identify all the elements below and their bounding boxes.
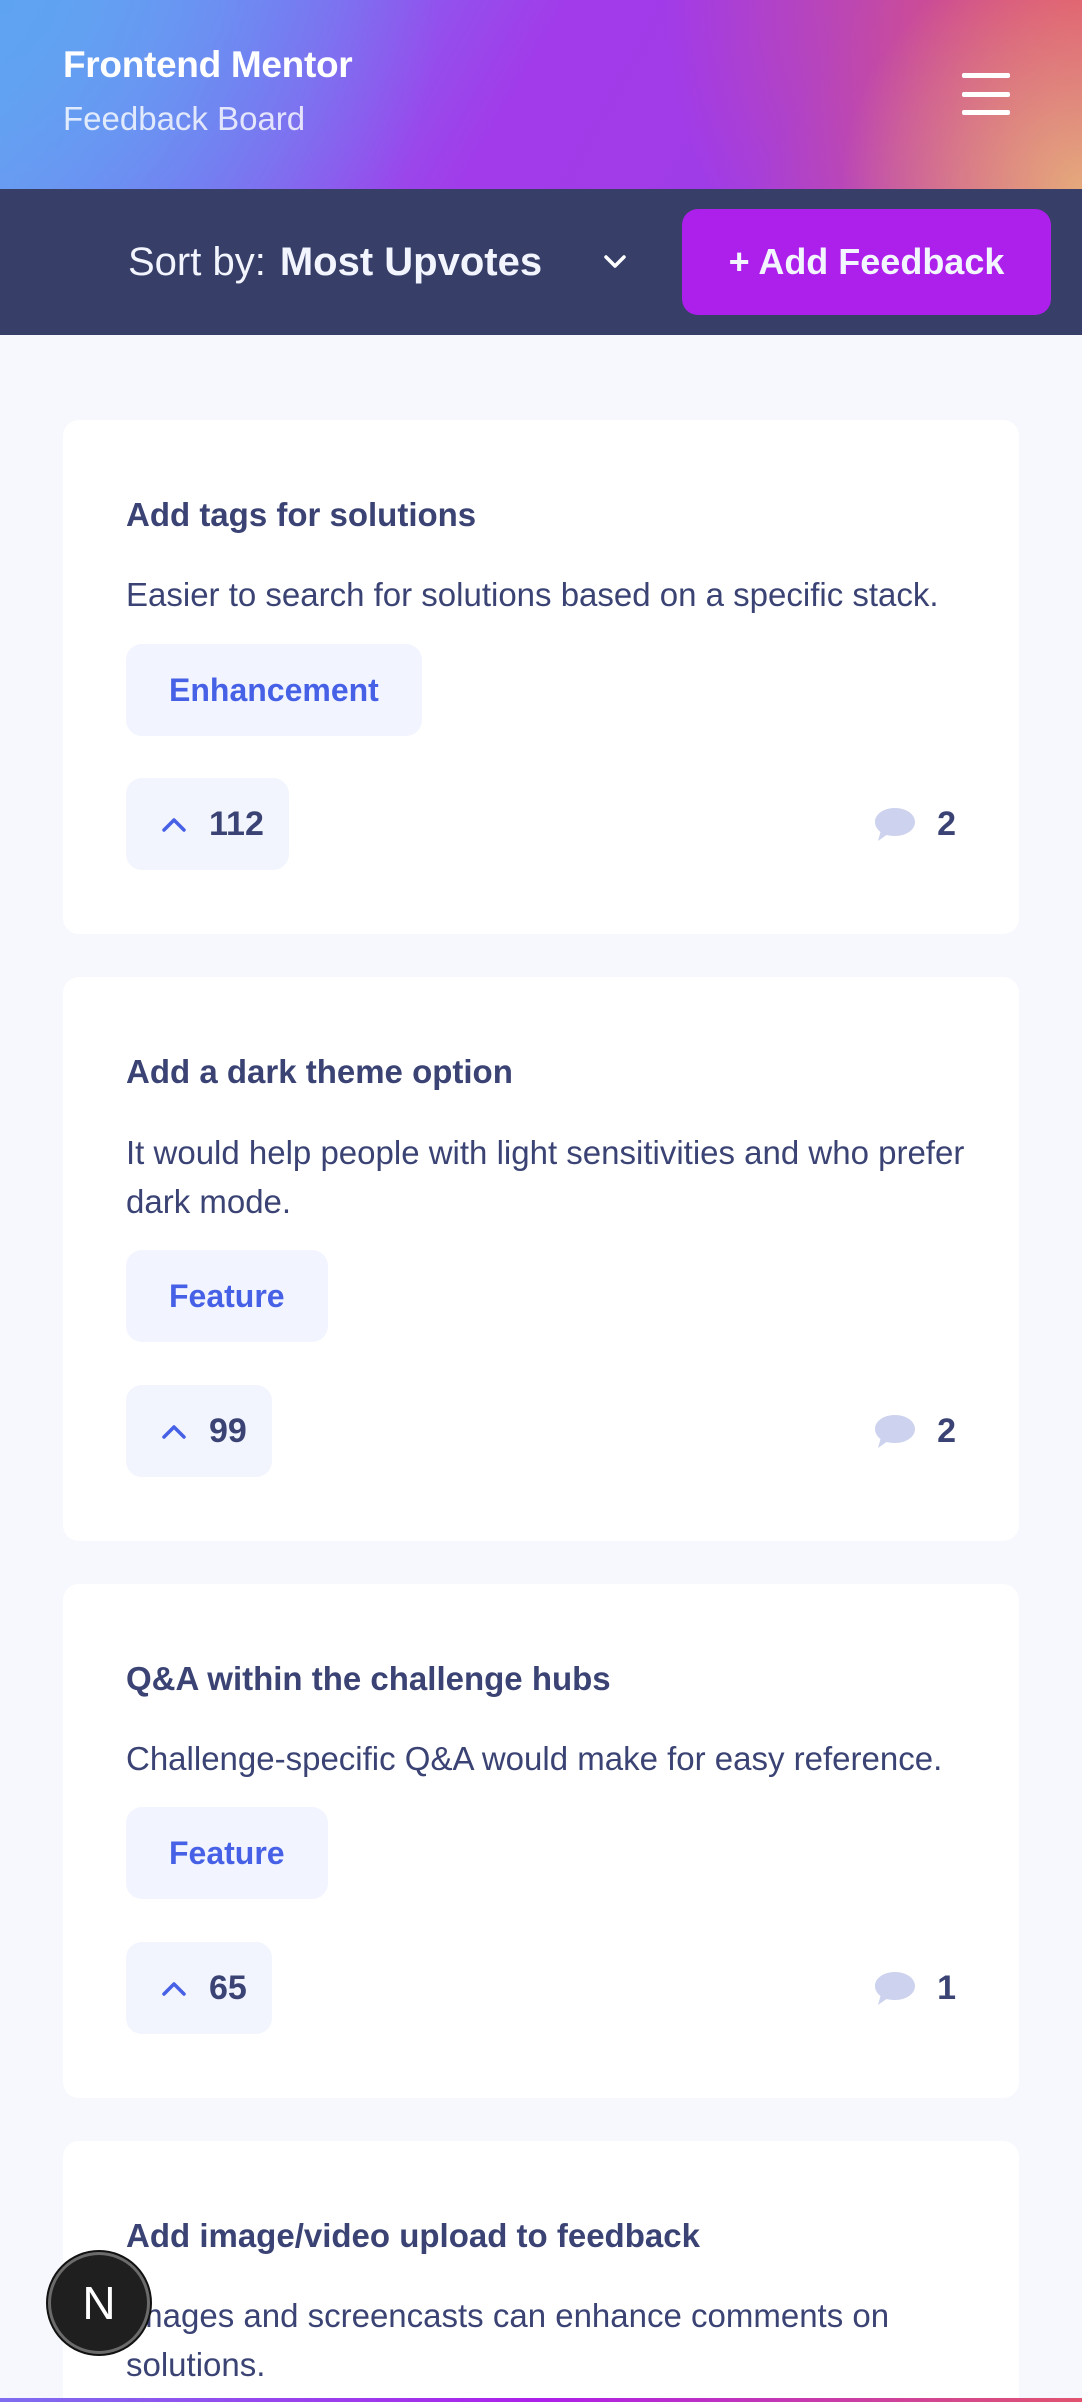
feedback-title[interactable]: Add tags for solutions: [126, 496, 476, 534]
comment-count: 2: [937, 1411, 956, 1450]
feedback-title[interactable]: Add image/video upload to feedback: [126, 2217, 700, 2255]
add-feedback-button[interactable]: + Add Feedback: [682, 209, 1051, 315]
bottom-edge-strip: [0, 2398, 1082, 2402]
chevron-up-icon: [162, 1425, 186, 1439]
sort-label: Sort by:: [128, 239, 266, 284]
category-tag[interactable]: Feature: [126, 1250, 328, 1342]
chevron-up-icon: [162, 1982, 186, 1996]
feedback-description: Challenge-specific Q&A would make for ea…: [126, 1740, 943, 1777]
feedback-card[interactable]: Q&A within the challenge hubs Challenge-…: [63, 1584, 1019, 2098]
brand-title: Frontend Mentor: [63, 44, 353, 85]
comments-count[interactable]: 2: [873, 1385, 956, 1477]
chevron-down-icon: [604, 255, 626, 268]
feedback-title[interactable]: Q&A within the challenge hubs: [126, 1660, 611, 1698]
feedback-title[interactable]: Add a dark theme option: [126, 1053, 513, 1091]
upvote-button[interactable]: 99: [126, 1385, 272, 1477]
brand-subtitle: Feedback Board: [63, 100, 306, 137]
category-tag[interactable]: Feature: [126, 1807, 328, 1899]
sort-dropdown[interactable]: Sort by: Most Upvotes: [128, 234, 628, 290]
menu-line: [962, 73, 1010, 78]
feedback-card[interactable]: Add tags for solutions Easier to search …: [63, 420, 1019, 934]
upvote-count: 65: [209, 1968, 247, 2007]
hamburger-icon[interactable]: [956, 70, 1016, 118]
upvote-count: 112: [209, 804, 264, 843]
upvote-count: 99: [209, 1411, 247, 1450]
feedback-card[interactable]: Add a dark theme option It would help pe…: [63, 977, 1019, 1541]
comments-count[interactable]: 2: [873, 778, 956, 870]
comment-icon: [875, 1972, 916, 2005]
comment-icon: [875, 808, 916, 841]
chevron-up-icon: [162, 818, 186, 832]
sort-value: Most Upvotes: [279, 239, 543, 284]
category-tag[interactable]: Enhancement: [126, 644, 422, 736]
menu-line: [962, 110, 1010, 115]
upvote-button[interactable]: 112: [126, 778, 289, 870]
upvote-button[interactable]: 65: [126, 1942, 272, 2034]
comment-count: 1: [937, 1968, 956, 2007]
feedback-card[interactable]: Add image/video upload to feedback Image…: [63, 2141, 1019, 2402]
comments-count[interactable]: 1: [873, 1942, 956, 2034]
dev-indicator-button[interactable]: N: [48, 2252, 150, 2354]
comment-count: 2: [937, 804, 956, 843]
feedback-description: Images and screencasts can enhance comme…: [126, 2297, 890, 2383]
feedback-description: Easier to search for solutions based on …: [126, 576, 939, 613]
app-header: Frontend Mentor Feedback Board: [0, 0, 1082, 189]
feedback-description: It would help people with light sensitiv…: [126, 1134, 965, 1220]
comment-icon: [875, 1415, 916, 1448]
menu-line: [962, 91, 1010, 97]
